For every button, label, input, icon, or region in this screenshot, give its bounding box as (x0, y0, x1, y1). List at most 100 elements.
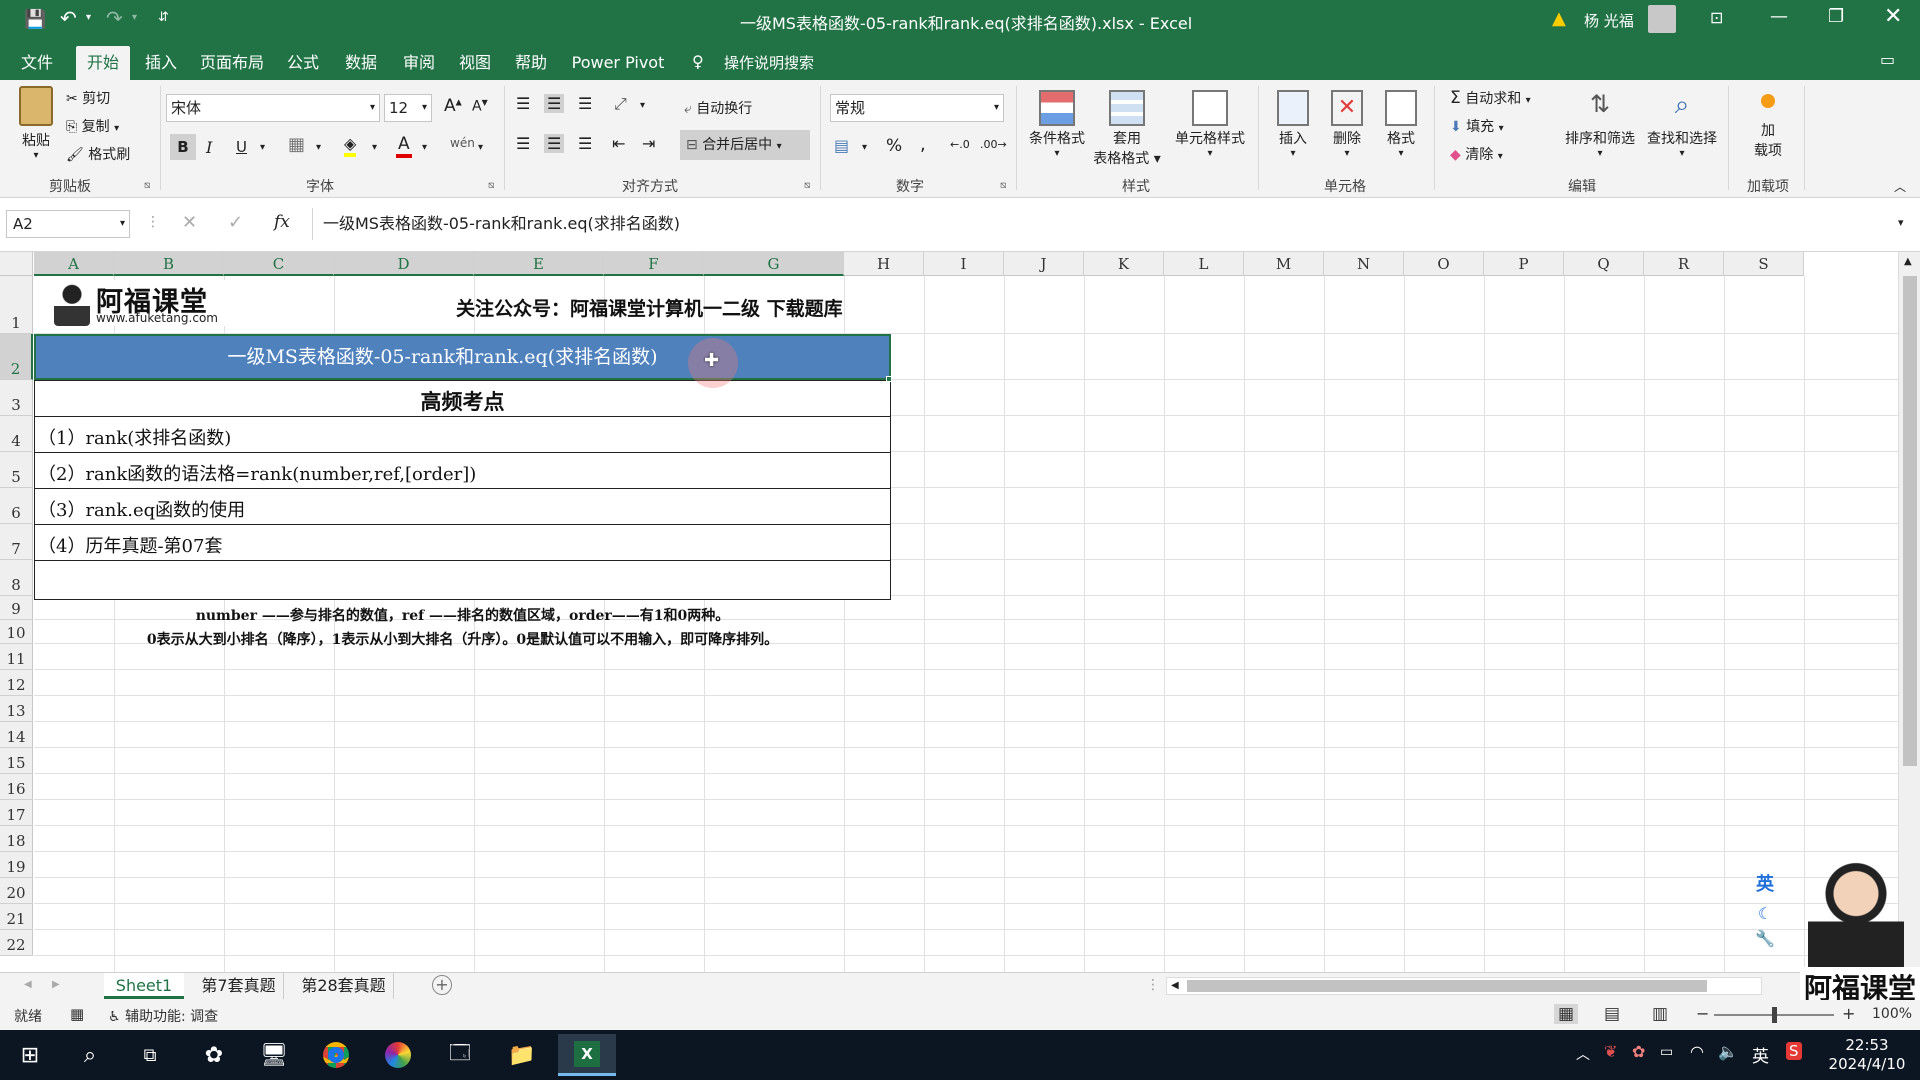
merge-center-button[interactable]: ⊟ 合并后居中 ▾ (680, 130, 810, 160)
save-icon[interactable]: 💾 (24, 9, 46, 30)
addins-button[interactable]: 加 载项 (1744, 94, 1792, 160)
tab-data[interactable]: 数据 (336, 46, 386, 80)
column-header-p[interactable]: P (1484, 252, 1564, 276)
warning-icon[interactable]: ▲ (1552, 8, 1566, 29)
sheet-tab-sheet1[interactable]: Sheet1 (104, 973, 184, 999)
align-right-icon[interactable]: ☰ (578, 134, 592, 153)
undo-dropdown-icon[interactable]: ▾ (86, 12, 91, 23)
column-header-d[interactable]: D (334, 252, 474, 276)
search-icon[interactable]: ⌕ (72, 1038, 108, 1072)
tab-home[interactable]: 开始 (76, 46, 130, 80)
name-box[interactable]: A2 ▾ (6, 210, 130, 238)
tab-file[interactable]: 文件 (12, 46, 62, 80)
align-left-icon[interactable]: ☰ (516, 134, 530, 153)
align-middle-icon[interactable]: ☰ (544, 94, 565, 113)
tray-icon[interactable]: ❦ (1604, 1042, 1617, 1061)
chevron-down-icon[interactable]: ▾ (260, 142, 265, 153)
chevron-up-icon[interactable]: ︿ (1576, 1044, 1590, 1064)
font-size-select[interactable]: 12 ▾ (384, 94, 432, 122)
customize-qat-icon[interactable]: ⇵ (158, 10, 169, 25)
file-explorer-icon[interactable]: 📁 (504, 1038, 540, 1072)
tell-me-search[interactable]: 操作说明搜索 (724, 52, 814, 73)
column-header-e[interactable]: E (474, 252, 604, 276)
select-all-button[interactable] (0, 252, 33, 276)
enter-icon[interactable]: ✓ (228, 212, 243, 233)
column-header-b[interactable]: B (114, 252, 224, 276)
cancel-icon[interactable]: ✕ (182, 212, 197, 233)
color-app-icon[interactable] (380, 1038, 416, 1072)
fill-color-icon[interactable]: ◈ (344, 134, 357, 157)
row-header-22[interactable]: 22 (0, 930, 33, 956)
column-header-n[interactable]: N (1324, 252, 1404, 276)
format-cells-button[interactable]: 格式 ▾ (1374, 90, 1428, 159)
zoom-level[interactable]: 100% (1872, 1006, 1912, 1022)
battery-icon[interactable]: ▭ (1660, 1044, 1673, 1060)
orientation-icon[interactable]: ⤢ (614, 94, 627, 114)
column-header-o[interactable]: O (1404, 252, 1484, 276)
row-header-21[interactable]: 21 (0, 904, 33, 930)
scroll-up-icon[interactable]: ▲ (1904, 256, 1912, 267)
minimize-icon[interactable]: — (1770, 6, 1788, 27)
column-header-s[interactable]: S (1724, 252, 1804, 276)
antivirus-icon[interactable]: S (1786, 1042, 1802, 1060)
scrollbar-thumb[interactable] (1187, 980, 1707, 992)
find-select-button[interactable]: ⌕ 查找和选择 ▾ (1642, 90, 1722, 159)
tab-formulas[interactable]: 公式 (278, 46, 328, 80)
conditional-formatting-button[interactable]: 条件格式 ▾ (1024, 90, 1090, 159)
row-header-3[interactable]: 3 (0, 380, 33, 416)
row-header-14[interactable]: 14 (0, 722, 33, 748)
undo-icon[interactable]: ↶ (60, 6, 77, 30)
row-header-9[interactable]: 9 (0, 596, 33, 620)
horizontal-scrollbar[interactable]: ◀ (1166, 977, 1762, 995)
bold-button[interactable]: B (170, 134, 196, 160)
windows-start-icon[interactable]: ⊞ (12, 1038, 48, 1072)
heading-cell[interactable]: 高频考点 (34, 386, 891, 416)
list-item[interactable]: （1）rank(求排名函数) (38, 424, 231, 450)
insert-function-button[interactable]: fx (274, 212, 290, 232)
wrench-icon[interactable]: 🔧 (1748, 929, 1782, 948)
zoom-out-icon[interactable]: − (1696, 1004, 1709, 1023)
scrollbar-thumb[interactable] (1903, 276, 1917, 766)
row-header-18[interactable]: 18 (0, 826, 33, 852)
row-header-19[interactable]: 19 (0, 852, 33, 878)
ime-indicator[interactable]: 英 (1752, 1042, 1769, 1067)
row-header-20[interactable]: 20 (0, 878, 33, 904)
tab-help[interactable]: 帮助 (506, 46, 556, 80)
comma-button[interactable]: , (920, 134, 926, 155)
clock[interactable]: 22:53 2024/4/10 (1824, 1036, 1910, 1074)
column-header-i[interactable]: I (924, 252, 1004, 276)
italic-button[interactable]: I (206, 138, 212, 157)
column-header-l[interactable]: L (1164, 252, 1244, 276)
tab-page-layout[interactable]: 页面布局 (192, 46, 272, 80)
dialog-launcher-icon[interactable]: ⧅ (1000, 180, 1006, 191)
format-as-table-button[interactable]: 套用 表格格式 ▾ (1090, 90, 1164, 168)
row-header-5[interactable]: 5 (0, 452, 33, 488)
sheet-tab-28[interactable]: 第28套真题 (294, 973, 394, 999)
decrease-decimal-icon[interactable]: .00→ (980, 138, 1007, 151)
zoom-slider-thumb[interactable] (1772, 1007, 1777, 1023)
chevron-down-icon[interactable]: ▾ (640, 100, 645, 111)
tray-icon[interactable]: ✿ (1632, 1042, 1645, 1061)
column-header-f[interactable]: F (604, 252, 704, 276)
row-header-6[interactable]: 6 (0, 488, 33, 524)
chevron-down-icon[interactable]: ▾ (478, 142, 483, 153)
note-line-1[interactable]: number ——参与排名的数值，ref ——排名的数值区域，order——有1… (34, 605, 891, 625)
list-item[interactable]: （3）rank.eq函数的使用 (38, 496, 245, 522)
column-header-k[interactable]: K (1084, 252, 1164, 276)
task-view-icon[interactable]: ⧉ (132, 1038, 168, 1072)
excel-taskbar-icon[interactable]: X (558, 1034, 616, 1076)
app-icon-monitor[interactable]: 🖥 (256, 1038, 292, 1072)
underline-button[interactable]: U (236, 138, 247, 156)
row-header-12[interactable]: 12 (0, 670, 33, 696)
expand-formula-bar-icon[interactable]: ▾ (1898, 216, 1904, 229)
user-name[interactable]: 杨 光福 (1584, 10, 1634, 31)
cut-button[interactable]: ✂ 剪切 (66, 88, 110, 108)
clear-button[interactable]: ◆ 清除 ▾ (1450, 144, 1503, 164)
avatar[interactable] (1648, 5, 1676, 33)
align-bottom-icon[interactable]: ☰ (578, 94, 592, 113)
decrease-indent-icon[interactable]: ⇤ (612, 134, 625, 153)
percent-button[interactable]: % (886, 136, 902, 156)
fill-button[interactable]: ⬇ 填充 ▾ (1450, 116, 1504, 136)
tab-review[interactable]: 审阅 (394, 46, 444, 80)
row-header-4[interactable]: 4 (0, 416, 33, 452)
